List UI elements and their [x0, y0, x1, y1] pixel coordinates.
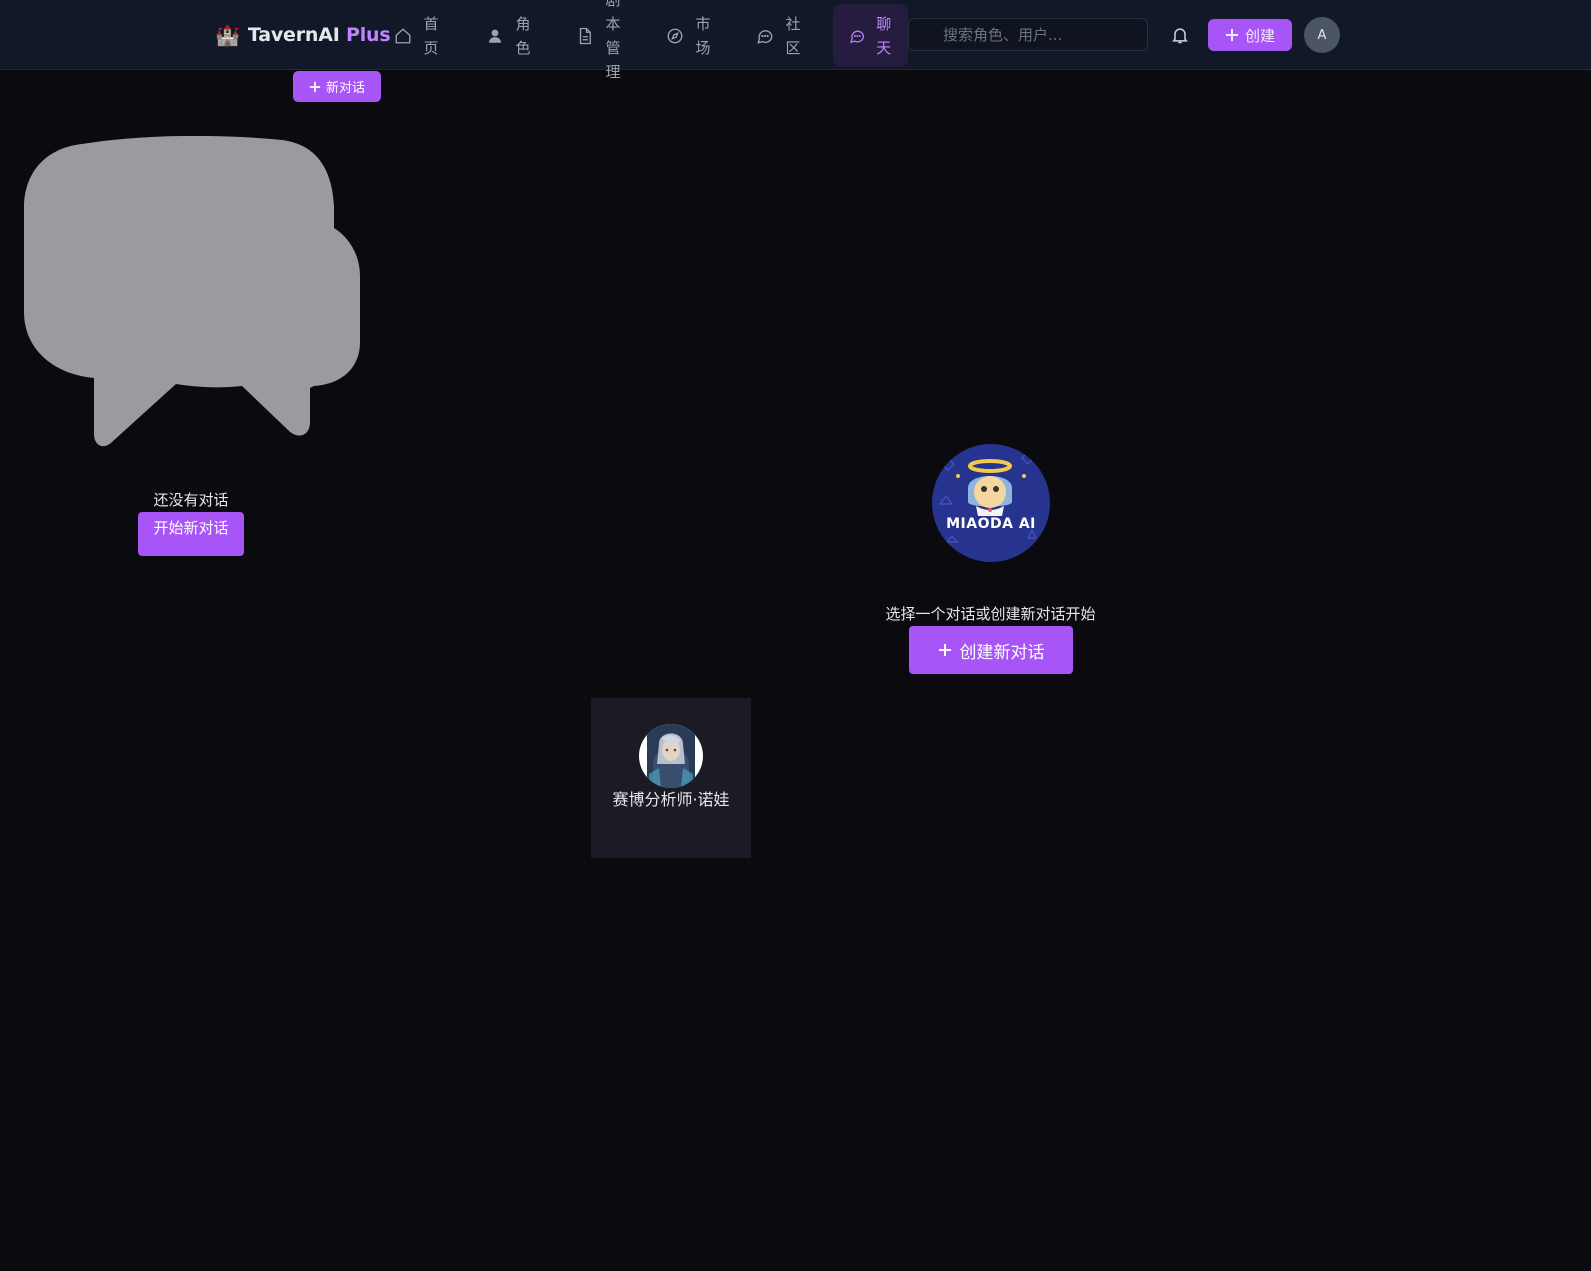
brand-name: TavernAI Plus: [247, 24, 391, 46]
nav-item-home[interactable]: 首页: [378, 4, 456, 67]
nav-item-label: 首页: [423, 14, 439, 57]
character-card[interactable]: 赛博分析师·诺娃: [591, 698, 751, 858]
create-new-chat-button[interactable]: 创建新对话: [909, 626, 1073, 674]
create-button-label: 创建: [1244, 26, 1275, 45]
user-icon: [489, 29, 501, 43]
miaoda-ai-badge: MIAODA AI: [946, 516, 1036, 532]
character-avatar: [639, 724, 703, 788]
nav-item-label: 聊天: [876, 14, 892, 57]
castle-logo-icon: 🏰: [215, 23, 240, 47]
plus-icon: [309, 81, 321, 92]
notifications-bell-icon[interactable]: [1170, 24, 1190, 46]
mascot-icon: [938, 450, 1038, 543]
nav-item-scripts[interactable]: 剧本管理: [560, 0, 638, 81]
plus-icon: [938, 644, 951, 656]
plus-icon: [1225, 29, 1238, 41]
chat-bubbles-icon: [24, 136, 360, 447]
start-new-chat-button[interactable]: 开始新对话: [138, 512, 244, 556]
chat-icon: [850, 30, 865, 43]
message-circle-icon: [757, 29, 773, 44]
select-conversation-text: 选择一个对话或创建新对话开始: [885, 605, 1096, 623]
nav-item-label: 剧本管理: [605, 0, 621, 81]
nav-item-label: 社区: [785, 14, 801, 57]
top-navigation-bar: 🏰 TavernAI Plus 首页 角色 剧本管理 市场 社区 聊天 创建 A: [0, 0, 1591, 81]
brand[interactable]: 🏰 TavernAI Plus: [215, 20, 391, 50]
character-name: 赛博分析师·诺娃: [612, 790, 730, 809]
new-chat-label: 新对话: [325, 81, 365, 96]
nav-item-characters[interactable]: 角色: [470, 4, 548, 67]
user-avatar[interactable]: A: [1304, 17, 1340, 53]
document-icon: [579, 27, 591, 44]
search-input[interactable]: [908, 18, 1148, 51]
nav-item-chat[interactable]: 聊天: [833, 4, 908, 67]
compass-icon: [667, 28, 683, 43]
create-new-chat-label: 创建新对话: [959, 642, 1045, 663]
nav-item-community[interactable]: 社区: [740, 4, 818, 67]
nav-item-market[interactable]: 市场: [650, 4, 728, 67]
new-chat-button[interactable]: 新对话: [293, 71, 381, 102]
nav-item-label: 角色: [515, 14, 531, 57]
miaoda-ai-logo: MIAODA AI: [932, 444, 1050, 562]
nav-item-label: 市场: [695, 14, 711, 57]
home-icon: [395, 27, 411, 43]
create-button[interactable]: 创建: [1208, 19, 1292, 51]
empty-conversations-text: 还没有对话: [153, 491, 229, 509]
